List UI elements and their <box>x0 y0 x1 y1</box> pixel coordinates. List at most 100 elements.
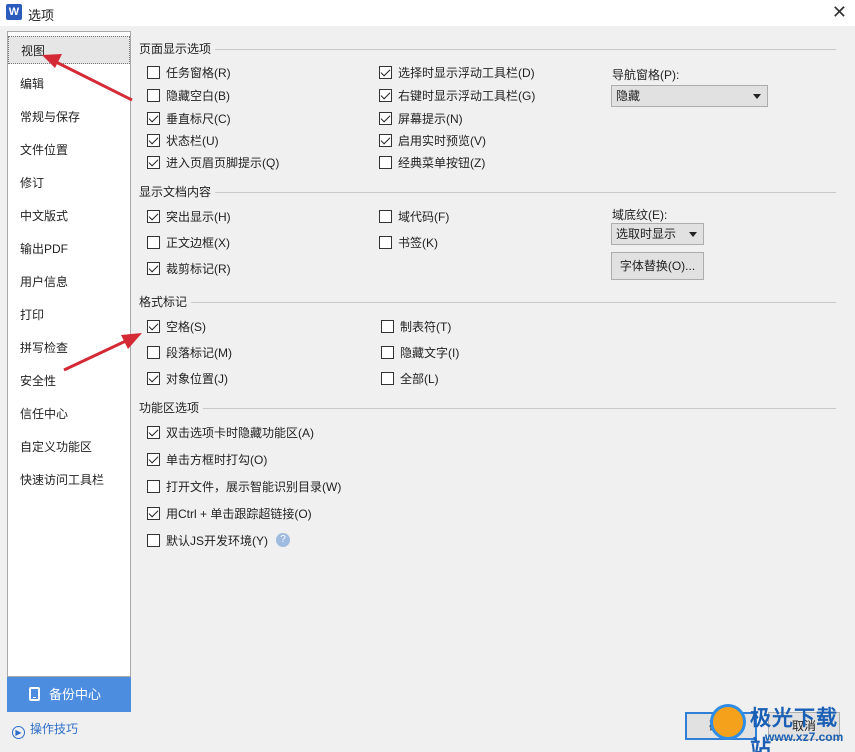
sidebar-item-customize-ribbon[interactable]: 自定义功能区 <box>8 433 130 461</box>
checkbox-label: 空格(S) <box>166 320 206 334</box>
checkbox-all-marks[interactable]: 全部(L) <box>381 370 439 388</box>
nav-pane-label: 导航窗格(P): <box>612 68 680 82</box>
help-icon[interactable]: ? <box>276 533 290 547</box>
checkbox-vertical-ruler[interactable]: 垂直标尺(C) <box>147 110 231 128</box>
checkbox-classic-menu[interactable]: 经典菜单按钮(Z) <box>379 154 485 172</box>
chevron-down-icon <box>689 232 697 237</box>
checkbox-label: 垂直标尺(C) <box>166 112 231 126</box>
backup-center-button[interactable]: 备份中心 <box>7 677 131 712</box>
sidebar-item-general-save[interactable]: 常规与保存 <box>8 103 130 131</box>
checkbox-label: 状态栏(U) <box>166 134 219 148</box>
sidebar-item-revisions[interactable]: 修订 <box>8 169 130 197</box>
checkbox-tab-characters[interactable]: 制表符(T) <box>381 318 451 336</box>
sidebar-item-print[interactable]: 打印 <box>8 301 130 329</box>
checkbox-label: 双击选项卡时隐藏功能区(A) <box>166 426 314 440</box>
checkbox-click-to-check[interactable]: 单击方框时打勾(O) <box>147 451 267 469</box>
sidebar-item-spell-check[interactable]: 拼写检查 <box>8 334 130 362</box>
checkbox-box <box>379 66 392 79</box>
checkbox-bookmarks[interactable]: 书签(K) <box>379 234 438 252</box>
checkbox-task-pane[interactable]: 任务窗格(R) <box>147 64 231 82</box>
checkbox-box <box>379 210 392 223</box>
checkbox-box <box>147 507 160 520</box>
font-substitution-button[interactable]: 字体替换(O)... <box>611 252 704 280</box>
checkbox-box <box>147 66 160 79</box>
checkbox-label: 正文边框(X) <box>166 236 230 250</box>
backup-center-label: 备份中心 <box>49 687 102 702</box>
checkbox-label: 对象位置(J) <box>166 372 228 386</box>
checkbox-label: 裁剪标记(R) <box>166 262 231 276</box>
wps-app-icon: W <box>6 4 22 20</box>
checkbox-dblclick-hide-ribbon[interactable]: 双击选项卡时隐藏功能区(A) <box>147 424 314 442</box>
watermark-logo-icon <box>710 704 746 740</box>
checkbox-label: 制表符(T) <box>400 320 452 334</box>
checkbox-box <box>147 426 160 439</box>
title-bar: W 选项 ✕ <box>0 0 855 26</box>
field-shading-label: 域底纹(E): <box>612 208 668 222</box>
checkbox-field-codes[interactable]: 域代码(F) <box>379 208 449 226</box>
sidebar-item-user-info[interactable]: 用户信息 <box>8 268 130 296</box>
checkbox-label: 书签(K) <box>398 236 438 250</box>
checkbox-label: 打开文件，展示智能识别目录(W) <box>166 480 342 494</box>
checkbox-highlight[interactable]: 突出显示(H) <box>147 208 231 226</box>
checkbox-hidden-text[interactable]: 隐藏文字(I) <box>381 344 459 362</box>
checkbox-smart-toc[interactable]: 打开文件，展示智能识别目录(W) <box>147 478 341 496</box>
sidebar-item-chinese-layout[interactable]: 中文版式 <box>8 202 130 230</box>
nav-pane-select[interactable]: 隐藏 <box>611 85 768 107</box>
checkbox-ctrl-click-hyperlink[interactable]: 用Ctrl + 单击跟踪超链接(O) <box>147 505 312 523</box>
checkbox-box <box>147 236 160 249</box>
checkbox-float-toolbar-rightclick[interactable]: 右键时显示浮动工具栏(G) <box>379 87 535 105</box>
checkbox-box <box>147 156 160 169</box>
checkbox-box <box>147 346 160 359</box>
checkbox-box <box>379 89 392 102</box>
nav-pane-value: 隐藏 <box>616 89 641 103</box>
close-icon[interactable]: ✕ <box>832 2 847 23</box>
checkbox-label: 进入页眉页脚提示(Q) <box>166 156 280 170</box>
sidebar-item-view[interactable]: 视图 <box>8 36 130 64</box>
checkbox-text-boundaries[interactable]: 正文边框(X) <box>147 234 230 252</box>
sidebar-item-export-pdf[interactable]: 输出PDF <box>8 235 130 263</box>
watermark: 极光下载站 www.xz7.com <box>710 700 855 752</box>
checkbox-hide-blank[interactable]: 隐藏空白(B) <box>147 87 230 105</box>
checkbox-label: 用Ctrl + 单击跟踪超链接(O) <box>166 507 312 521</box>
checkbox-label: 启用实时预览(V) <box>398 134 486 148</box>
checkbox-box <box>381 372 394 385</box>
checkbox-crop-marks[interactable]: 裁剪标记(R) <box>147 260 231 278</box>
section-title-format-marks: 格式标记 <box>139 295 192 309</box>
checkbox-screen-tips[interactable]: 屏幕提示(N) <box>379 110 463 128</box>
sidebar-item-trust-center[interactable]: 信任中心 <box>8 400 130 428</box>
checkbox-box <box>379 236 392 249</box>
checkbox-paragraph-marks[interactable]: 段落标记(M) <box>147 344 232 362</box>
sidebar-item-file-locations[interactable]: 文件位置 <box>8 136 130 164</box>
checkbox-box <box>147 453 160 466</box>
tips-link[interactable]: ▶ 操作技巧 <box>12 720 78 739</box>
field-shading-select[interactable]: 选取时显示 <box>611 223 704 245</box>
checkbox-spaces[interactable]: 空格(S) <box>147 318 206 336</box>
checkbox-label: 隐藏空白(B) <box>166 89 230 103</box>
window-title: 选项 <box>28 8 55 23</box>
section-divider <box>139 408 836 409</box>
checkbox-status-bar[interactable]: 状态栏(U) <box>147 132 219 150</box>
watermark-url: www.xz7.com <box>765 730 844 744</box>
checkbox-label: 右键时显示浮动工具栏(G) <box>398 89 536 103</box>
checkbox-label: 经典菜单按钮(Z) <box>398 156 486 170</box>
sidebar-item-quick-access-toolbar[interactable]: 快速访问工具栏 <box>8 466 130 494</box>
checkbox-box <box>379 112 392 125</box>
checkbox-default-js-env[interactable]: 默认JS开发环境(Y) <box>147 532 268 550</box>
checkbox-label: 屏幕提示(N) <box>398 112 463 126</box>
checkbox-label: 默认JS开发环境(Y) <box>166 534 269 548</box>
checkbox-header-footer-tip[interactable]: 进入页眉页脚提示(Q) <box>147 154 279 172</box>
section-title-ribbon: 功能区选项 <box>139 401 204 415</box>
checkbox-label: 单击方框时打勾(O) <box>166 453 268 467</box>
chevron-down-icon <box>753 94 761 99</box>
checkbox-object-anchors[interactable]: 对象位置(J) <box>147 370 228 388</box>
checkbox-float-toolbar-select[interactable]: 选择时显示浮动工具栏(D) <box>379 64 535 82</box>
checkbox-label: 任务窗格(R) <box>166 66 231 80</box>
sidebar-item-edit[interactable]: 编辑 <box>8 70 130 98</box>
checkbox-label: 域代码(F) <box>398 210 450 224</box>
checkbox-box <box>379 156 392 169</box>
checkbox-live-preview[interactable]: 启用实时预览(V) <box>379 132 486 150</box>
checkbox-box <box>147 112 160 125</box>
checkbox-box <box>381 346 394 359</box>
section-divider <box>139 192 836 193</box>
sidebar-item-security[interactable]: 安全性 <box>8 367 130 395</box>
